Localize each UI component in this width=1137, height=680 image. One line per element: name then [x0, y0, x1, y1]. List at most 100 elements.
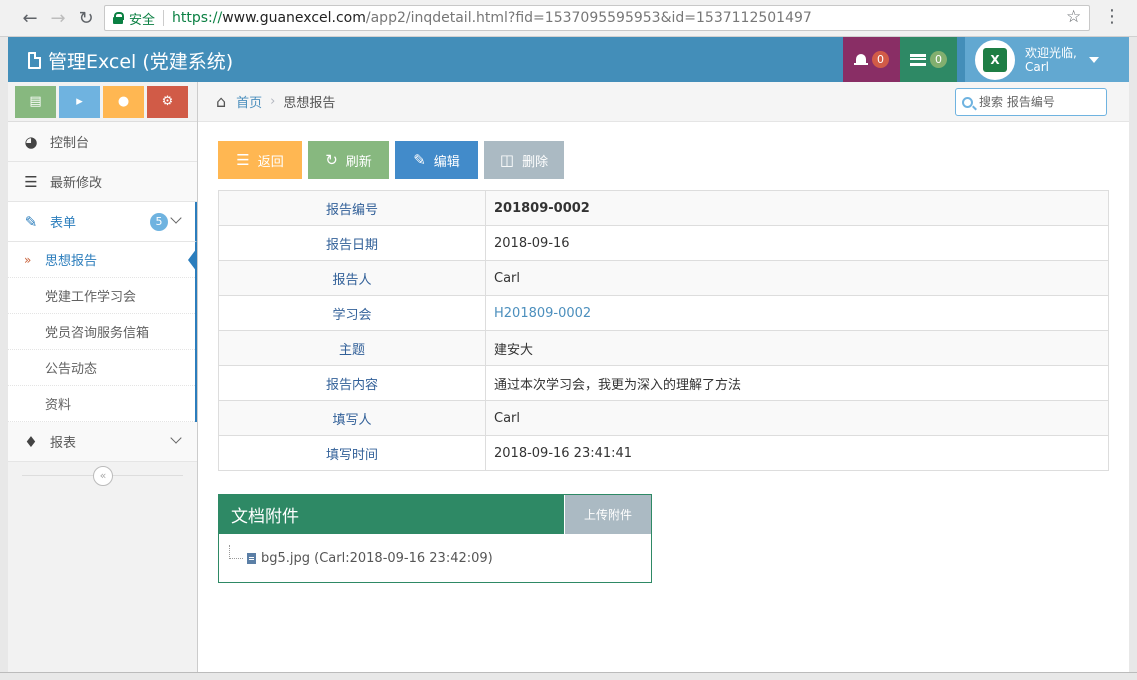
bookmark-star-icon[interactable]: ☆ — [1066, 7, 1081, 27]
sidebar-item-label: 报表 — [50, 436, 77, 451]
window-border-right — [1129, 37, 1137, 672]
notifications-badge: 0 — [872, 51, 889, 68]
url-path: /app2/inqdetail.html?fid=1537095595953&i… — [365, 10, 812, 26]
sidebar-item-recent-changes[interactable]: ☰ 最新修改 — [8, 162, 197, 202]
forms-count-badge: 5 — [150, 213, 168, 231]
browser-toolbar: ← → ↻ 安全 https://www.guanexcel.com/app2/… — [0, 0, 1137, 37]
attachment-file[interactable]: bg5.jpg (Carl:2018-09-16 23:42:09) — [247, 551, 493, 566]
field-value: 2018-09-16 23:41:41 — [485, 435, 1109, 471]
secure-label: 安全 — [129, 12, 156, 28]
notifications-button[interactable]: 0 — [843, 37, 900, 82]
attachments-panel: 文档附件 上传附件 bg5.jpg (Carl:2018-09-16 23:42… — [218, 494, 652, 583]
omnibox-separator — [163, 10, 165, 26]
document-icon — [28, 52, 41, 69]
upload-attachment-button[interactable]: 上传附件 — [564, 495, 651, 534]
search-input[interactable] — [979, 95, 1099, 109]
sidebar-item-label: 最新修改 — [50, 176, 103, 191]
edit-button-label: 编辑 — [433, 154, 460, 170]
tasks-button[interactable]: 0 — [900, 37, 957, 82]
delete-button[interactable]: ◫ 删除 — [484, 141, 564, 179]
sidebar-item-forms[interactable]: ✎ 表单 5 — [8, 202, 197, 242]
refresh-button-label: 刷新 — [345, 154, 372, 170]
breadcrumb-home-link[interactable]: 首页 — [236, 92, 262, 111]
tasks-badge: 0 — [930, 51, 947, 68]
search-box[interactable] — [955, 88, 1107, 116]
app-navbar: 管理Excel (党建系统) 0 0 X 欢迎光临, Carl — [8, 37, 1129, 82]
tag-icon: ♦ — [24, 432, 38, 451]
table-row: 报告日期 2018-09-16 — [218, 225, 1109, 261]
submenu-item-label: 思想报告 — [45, 254, 98, 269]
search-icon — [962, 96, 973, 108]
collapse-double-left-icon[interactable]: « — [93, 466, 113, 486]
bullhorn-icon[interactable]: ▸ — [59, 85, 100, 118]
refresh-icon: ↻ — [325, 151, 338, 169]
browser-menu-icon[interactable]: ⋮ — [1103, 6, 1121, 27]
bell-icon — [854, 53, 868, 67]
users-icon[interactable]: ● — [103, 85, 144, 118]
detail-table: 报告编号 201809-0002 报告日期 2018-09-16 报告人 Car… — [218, 190, 1109, 471]
window-border-left — [0, 37, 8, 672]
table-row: 填写时间 2018-09-16 23:41:41 — [218, 435, 1109, 471]
breadcrumb-separator: › — [270, 94, 276, 109]
url-scheme: https:// — [172, 10, 223, 26]
home-icon: ⌂ — [216, 92, 227, 111]
submenu-item-label: 资料 — [45, 398, 72, 413]
study-meeting-link[interactable]: H201809-0002 — [485, 295, 1109, 331]
table-row: 报告编号 201809-0002 — [218, 190, 1109, 226]
submenu-item-label: 党建工作学习会 — [45, 290, 137, 305]
tree-connector — [229, 545, 243, 559]
submenu-item-announcements[interactable]: 公告动态 — [8, 350, 195, 386]
back-arrow-icon[interactable]: ← — [16, 4, 44, 32]
field-value: 201809-0002 — [485, 190, 1109, 226]
submenu-item-label: 公告动态 — [45, 362, 98, 377]
lock-icon — [113, 12, 124, 24]
field-value: 通过本次学习会，我更为深入的理解了方法 — [485, 365, 1109, 401]
table-row: 填写人 Carl — [218, 400, 1109, 436]
tasks-icon — [910, 53, 926, 66]
caret-down-icon — [1088, 56, 1099, 63]
submenu-item-materials[interactable]: 资料 — [8, 386, 195, 422]
submenu-item-label: 党员咨询服务信箱 — [45, 326, 150, 341]
cogs-icon[interactable]: ⚙ — [147, 85, 188, 118]
table-row: 主题 建安大 — [218, 330, 1109, 366]
table-row: 报告内容 通过本次学习会，我更为深入的理解了方法 — [218, 365, 1109, 401]
field-label: 填写人 — [218, 400, 486, 436]
reload-icon[interactable]: ↻ — [72, 4, 100, 32]
sidebar-item-reports[interactable]: ♦ 报表 — [8, 422, 197, 462]
back-button[interactable]: ☰ 返回 — [218, 141, 302, 179]
forward-arrow-icon[interactable]: → — [44, 4, 72, 32]
table-row: 报告人 Carl — [218, 260, 1109, 296]
double-chevron-icon: » — [24, 252, 32, 267]
field-label: 主题 — [218, 330, 486, 366]
submenu-item-study-meeting[interactable]: 党建工作学习会 — [8, 278, 195, 314]
attachments-title: 文档附件 — [231, 507, 299, 527]
attachment-file-label: bg5.jpg (Carl:2018-09-16 23:42:09) — [261, 551, 493, 566]
submenu-item-consult-mailbox[interactable]: 党员咨询服务信箱 — [8, 314, 195, 350]
trash-icon: ◫ — [499, 151, 515, 169]
field-value: Carl — [485, 400, 1109, 436]
file-icon — [247, 553, 256, 564]
refresh-button[interactable]: ↻ 刷新 — [308, 141, 389, 179]
sidebar-item-label: 表单 — [50, 216, 77, 231]
back-button-label: 返回 — [257, 154, 284, 170]
list-icon: ☰ — [236, 151, 250, 169]
sidebar-collapse: « — [8, 462, 197, 490]
user-menu-button[interactable]: X 欢迎光临, Carl — [965, 37, 1129, 82]
field-label: 学习会 — [218, 295, 486, 331]
field-value: 2018-09-16 — [485, 225, 1109, 261]
sidebar-shortcuts: ▤ ▸ ● ⚙ — [8, 82, 197, 122]
field-label: 报告内容 — [218, 365, 486, 401]
field-label: 填写时间 — [218, 435, 486, 471]
address-bar[interactable]: 安全 https://www.guanexcel.com/app2/inqdet… — [104, 5, 1090, 31]
signal-chart-icon[interactable]: ▤ — [15, 85, 56, 118]
app-brand[interactable]: 管理Excel (党建系统) — [28, 47, 233, 74]
sidebar-item-dashboard[interactable]: ◕ 控制台 — [8, 122, 197, 162]
chevron-down-icon — [170, 212, 182, 224]
breadcrumb: ⌂ 首页 › 思想报告 — [198, 82, 1129, 122]
submenu-item-thought-report[interactable]: » 思想报告 — [8, 242, 197, 278]
edit-icon: ✎ — [413, 151, 426, 169]
sidebar: ▤ ▸ ● ⚙ ◕ 控制台 ☰ 最新修改 ✎ 表单 5 » 思想报告 党建工作学… — [8, 82, 198, 672]
list-icon: ☰ — [24, 172, 38, 191]
edit-button[interactable]: ✎ 编辑 — [395, 141, 478, 179]
field-value: 建安大 — [485, 330, 1109, 366]
